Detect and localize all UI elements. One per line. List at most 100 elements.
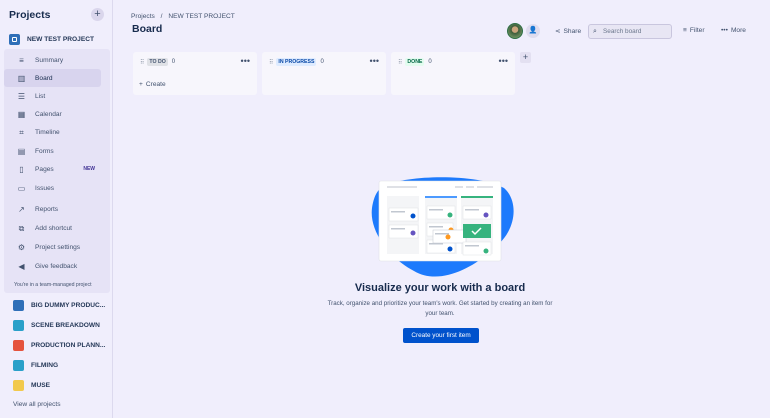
sidebar-title: Projects <box>9 9 51 21</box>
sidebar-item-label: List <box>35 92 46 100</box>
sidebar-item-pages[interactable]: ▯ Pages NEW <box>4 160 101 178</box>
team-managed-note: You're in a team-managed project <box>14 282 92 288</box>
more-button[interactable]: ••• More <box>721 27 746 34</box>
project-label: PRODUCTION PLANN... <box>31 341 106 349</box>
column-count: 0 <box>171 59 176 65</box>
column-status: IN PROGRESS <box>276 58 317 66</box>
project-avatar-icon <box>13 299 24 311</box>
sidebar-item-label: Summary <box>35 56 64 64</box>
add-column-button[interactable]: + <box>520 52 531 63</box>
search-icon: ⌕ <box>593 27 597 35</box>
current-project[interactable]: NEW TEST PROJECT <box>9 31 109 47</box>
column-done[interactable]: ⠿ DONE 0 ••• <box>391 52 515 95</box>
create-first-item-button[interactable]: Create your first item <box>403 328 479 343</box>
project-item-scene-breakdown[interactable]: SCENE BREAKDOWN <box>13 317 110 333</box>
breadcrumb: Projects / NEW TEST PROJECT <box>131 13 239 20</box>
project-avatar-icon <box>13 319 24 331</box>
calendar-icon: ▦ <box>17 109 26 119</box>
sidebar-item-label: Give feedback <box>35 262 78 270</box>
forms-icon: ▤ <box>17 146 26 156</box>
project-item-production-planning[interactable]: PRODUCTION PLANN... <box>13 337 110 353</box>
search-input[interactable] <box>603 28 671 35</box>
board-illustration <box>371 177 514 277</box>
column-count: 0 <box>320 59 324 65</box>
new-badge: NEW <box>83 166 95 172</box>
sidebar-item-reports[interactable]: ↗ Reports <box>4 200 101 218</box>
project-item-big-dummy[interactable]: BIG DUMMY PRODUC... <box>13 297 110 313</box>
column-menu-icon[interactable]: ••• <box>499 56 508 66</box>
project-label: FILMING <box>31 361 59 369</box>
sidebar-item-label: Board <box>35 74 53 82</box>
more-icon: ••• <box>721 27 728 34</box>
project-label: SCENE BREAKDOWN <box>31 321 100 329</box>
share-icon: ⋖ <box>555 28 561 35</box>
project-label: MUSE <box>31 381 51 389</box>
sidebar-item-give-feedback[interactable]: ◀ Give feedback <box>4 257 101 275</box>
sidebar-item-list[interactable]: ☰ List <box>4 87 101 105</box>
megaphone-icon: ◀ <box>18 261 25 271</box>
column-in-progress[interactable]: ⠿ IN PROGRESS 0 ••• <box>262 52 386 95</box>
breadcrumb-current[interactable]: NEW TEST PROJECT <box>168 13 234 20</box>
user-avatar[interactable] <box>507 23 523 39</box>
more-label: More <box>730 27 746 34</box>
project-avatar-icon <box>13 379 24 391</box>
project-avatar-icon <box>13 339 24 351</box>
sidebar-item-add-shortcut[interactable]: ⧉ Add shortcut <box>4 219 101 237</box>
sidebar-item-label: Pages <box>35 165 54 173</box>
pages-icon: ▯ <box>19 164 24 174</box>
create-label: Create <box>145 81 166 88</box>
add-project-button[interactable]: + <box>91 8 104 21</box>
column-status: DONE <box>405 58 425 66</box>
column-menu-icon[interactable]: ••• <box>241 56 250 66</box>
sidebar-item-label: Issues <box>35 184 55 192</box>
drag-handle-icon[interactable]: ⠿ <box>398 59 403 66</box>
column-count: 0 <box>428 59 432 65</box>
column-todo[interactable]: ⠿ TO DO 0 ••• + Create <box>133 52 257 95</box>
drag-handle-icon[interactable]: ⠿ <box>269 59 274 66</box>
project-item-muse[interactable]: MUSE <box>13 377 110 393</box>
empty-state-title: Visualize your work with a board <box>354 282 526 294</box>
plus-icon: + <box>139 81 143 88</box>
filter-button[interactable]: ≡ Filter <box>683 27 705 34</box>
share-label: Share <box>563 27 582 35</box>
sidebar-item-project-settings[interactable]: ⚙ Project settings <box>4 238 101 256</box>
column-menu-icon[interactable]: ••• <box>370 56 379 66</box>
sidebar-item-summary[interactable]: ≡ Summary <box>4 51 101 69</box>
sidebar-item-calendar[interactable]: ▦ Calendar <box>4 105 101 123</box>
add-people-icon[interactable]: 👤 <box>526 24 540 38</box>
sidebar-item-issues[interactable]: ▭ Issues <box>4 179 101 197</box>
sidebar-item-label: Project settings <box>35 243 81 251</box>
project-avatar-icon <box>13 359 24 371</box>
list-icon: ☰ <box>17 91 26 101</box>
add-shortcut-icon: ⧉ <box>18 223 25 233</box>
sidebar-item-label: Calendar <box>35 110 62 118</box>
project-label: BIG DUMMY PRODUC... <box>31 301 106 309</box>
breadcrumb-separator: / <box>160 13 163 20</box>
drag-handle-icon[interactable]: ⠿ <box>140 59 145 66</box>
sidebar-item-label: Reports <box>35 205 59 213</box>
current-project-label: NEW TEST PROJECT <box>27 35 95 43</box>
reports-icon: ↗ <box>18 204 25 214</box>
summary-icon: ≡ <box>19 55 24 65</box>
breadcrumb-projects[interactable]: Projects <box>131 13 155 20</box>
sidebar-item-timeline[interactable]: ⌗ Timeline <box>4 123 101 141</box>
sidebar-item-board[interactable]: ▥ Board <box>4 69 101 87</box>
sidebar-item-forms[interactable]: ▤ Forms <box>4 142 101 160</box>
create-issue-button[interactable]: + Create <box>139 81 166 88</box>
sidebar-item-label: Add shortcut <box>35 224 73 232</box>
settings-icon: ⚙ <box>17 242 26 252</box>
empty-state-description: Track, organize and prioritize your team… <box>327 300 553 317</box>
filter-label: Filter <box>689 27 705 34</box>
column-status: TO DO <box>147 58 168 66</box>
view-all-projects-link[interactable]: View all projects <box>13 401 61 408</box>
timeline-icon: ⌗ <box>19 127 24 137</box>
search-box[interactable]: ⌕ <box>588 24 672 39</box>
project-item-filming[interactable]: FILMING <box>13 357 110 373</box>
project-avatar-icon <box>9 33 20 45</box>
sidebar: Projects + NEW TEST PROJECT ≡ Summary ▥ … <box>0 0 113 418</box>
page-title: Board <box>132 23 163 35</box>
board-icon: ▥ <box>17 73 26 83</box>
issues-icon: ▭ <box>17 183 26 193</box>
sidebar-item-label: Forms <box>35 147 54 155</box>
share-button[interactable]: ⋖ Share <box>555 27 582 36</box>
